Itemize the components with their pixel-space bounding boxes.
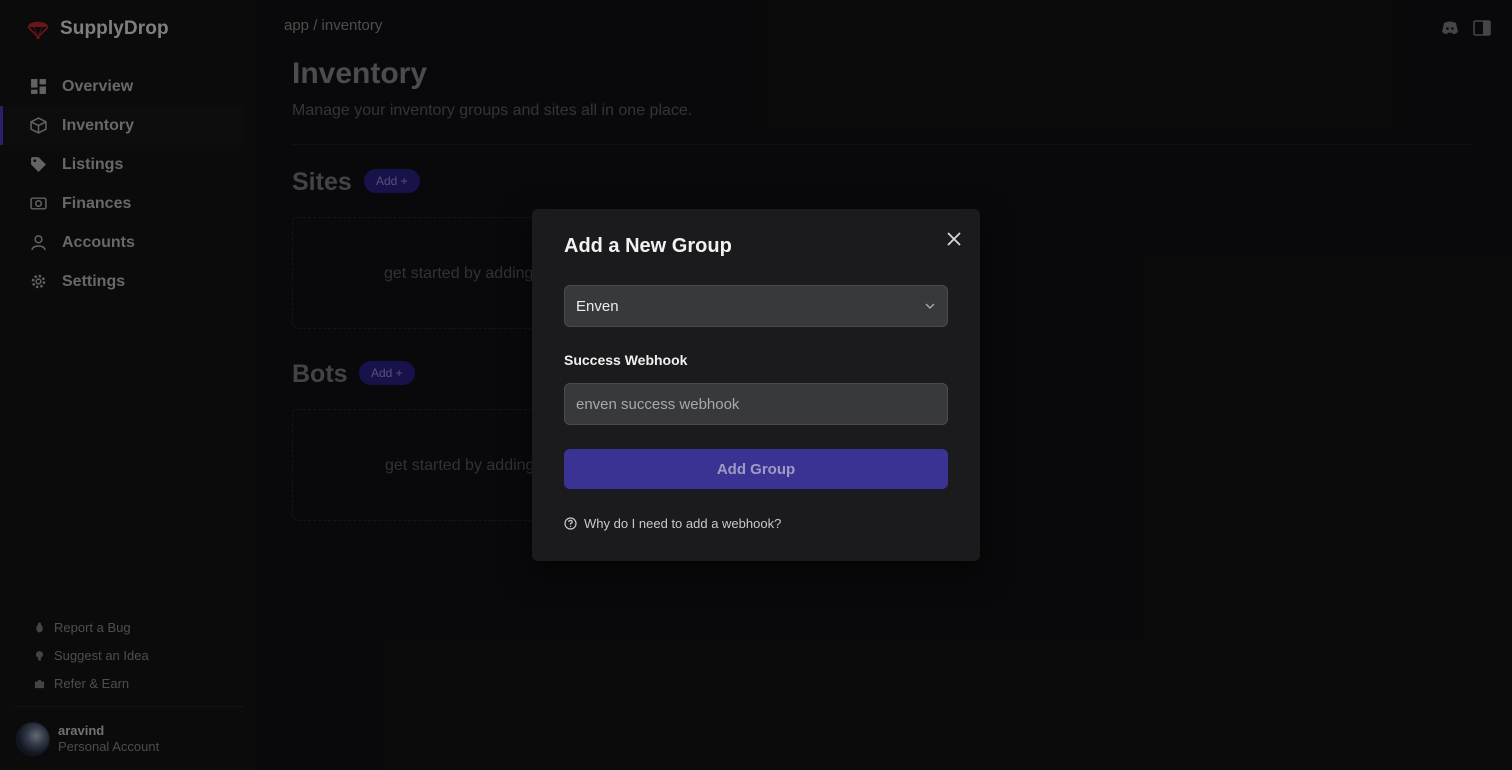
- close-button[interactable]: [942, 227, 966, 251]
- webhook-help-text: Why do I need to add a webhook?: [584, 516, 782, 531]
- site-select[interactable]: Enven: [564, 285, 948, 327]
- site-select-value: Enven: [576, 297, 619, 315]
- close-icon: [947, 232, 961, 246]
- add-group-modal: Add a New Group Enven Success Webhook Ad…: [532, 209, 980, 561]
- question-circle-icon: [564, 517, 577, 530]
- add-group-button[interactable]: Add Group: [564, 449, 948, 489]
- modal-title: Add a New Group: [564, 235, 732, 257]
- webhook-label: Success Webhook: [564, 352, 688, 368]
- webhook-input[interactable]: [564, 383, 948, 425]
- webhook-help-link[interactable]: Why do I need to add a webhook?: [564, 516, 781, 531]
- chevron-down-icon: [925, 303, 935, 309]
